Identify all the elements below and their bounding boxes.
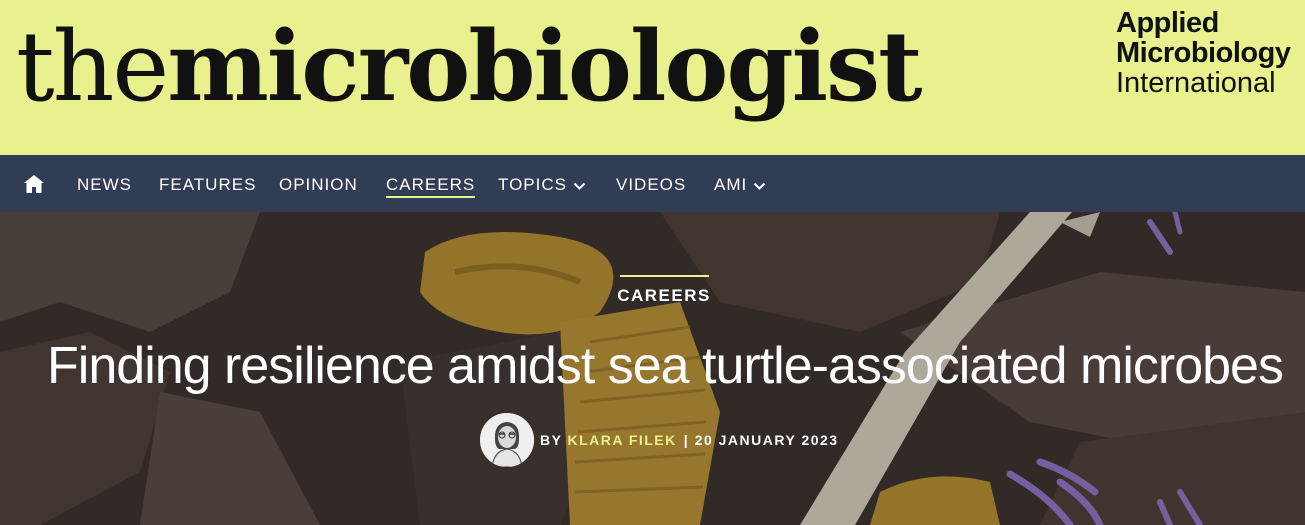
partner-logo-line3: International [1116, 67, 1276, 99]
nav-item-label: TOPICS [498, 175, 567, 194]
nav-item-label: FEATURES [159, 175, 257, 194]
article-title: Finding resilience amidst sea turtle-ass… [47, 337, 1284, 395]
byline-by: BY [540, 432, 563, 448]
nav-item-label: OPINION [279, 175, 358, 194]
nav-item-label: CAREERS [386, 175, 476, 198]
logo-light-text: the [16, 11, 169, 123]
nav-item-videos[interactable]: VIDEOS [616, 155, 686, 212]
home-icon[interactable] [22, 172, 46, 196]
nav-item-news[interactable]: NEWS [77, 155, 132, 212]
chevron-down-icon [753, 156, 766, 216]
site-logo[interactable]: themicrobiologist [16, 10, 922, 123]
site-header: themicrobiologist Applied Microbiology I… [0, 0, 1305, 155]
nav-item-ami[interactable]: AMI [714, 155, 766, 212]
nav-item-label: NEWS [77, 175, 132, 194]
publish-date: 20 JANUARY 2023 [694, 432, 839, 448]
article-byline: BY KLARA FILEK | 20 JANUARY 2023 [480, 412, 839, 468]
hero-banner: CAREERS Finding resilience amidst sea tu… [0, 212, 1305, 525]
logo-bold-text: microbiologist [167, 10, 922, 123]
nav-item-topics[interactable]: TOPICS [498, 155, 586, 212]
partner-logo[interactable]: Applied Microbiology International [1116, 7, 1291, 99]
nav-item-label: AMI [714, 175, 748, 194]
author-name-link[interactable]: KLARA FILEK [567, 432, 676, 448]
chevron-down-icon [573, 156, 586, 216]
partner-logo-line1: Applied [1116, 7, 1219, 39]
nav-item-label: VIDEOS [616, 175, 687, 194]
nav-item-features[interactable]: FEATURES [159, 155, 256, 212]
nav-item-opinion[interactable]: OPINION [279, 155, 358, 212]
byline-separator: | [683, 432, 688, 448]
category-accent-line [620, 275, 709, 277]
nav-item-careers[interactable]: CAREERS [386, 155, 476, 212]
article-category[interactable]: CAREERS [0, 286, 1305, 306]
partner-logo-line2: Microbiology [1116, 37, 1291, 69]
author-avatar[interactable] [480, 413, 534, 467]
main-nav: NEWS FEATURES OPINION CAREERS TOPICS VID… [0, 155, 1305, 212]
